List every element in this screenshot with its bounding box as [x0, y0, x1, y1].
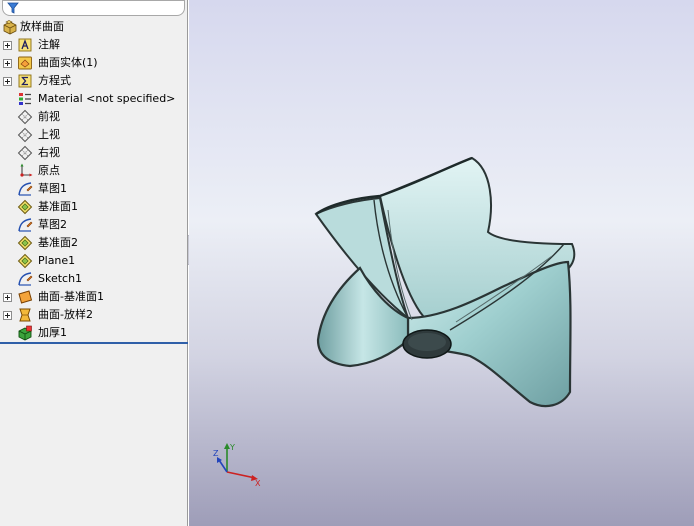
tree-item-label: 草图1	[38, 182, 67, 195]
tree-filter-bar	[0, 0, 186, 17]
tree-item-原点[interactable]: 原点	[0, 162, 188, 180]
tree-item-label: 上视	[38, 128, 60, 141]
tree-item-label: 原点	[38, 164, 60, 177]
tree-item-右视[interactable]: 右视	[0, 144, 188, 162]
tree-filter-input[interactable]	[2, 0, 185, 16]
loft-surface-icon	[19, 308, 31, 322]
tree-item-加厚1[interactable]: 加厚1	[0, 324, 188, 342]
tree-item-草图1[interactable]: 草图1	[0, 180, 188, 198]
origin-icon	[20, 163, 33, 177]
filter-icon[interactable]	[7, 2, 19, 14]
triad-y-label: Y	[229, 443, 235, 452]
graphics-viewport[interactable]: Y X Z	[189, 0, 694, 526]
plane-icon	[17, 145, 33, 161]
planar-surface-icon	[18, 290, 33, 304]
tree-item-注解[interactable]: 注解	[0, 36, 188, 54]
tree-item-上视[interactable]: 上视	[0, 126, 188, 144]
tree-item-sketch1[interactable]: Sketch1	[0, 270, 188, 288]
expand-plus-icon[interactable]	[3, 311, 12, 320]
part-icon	[3, 20, 17, 35]
ref-plane-icon	[17, 199, 33, 215]
feature-tree-list: 放样曲面 注解曲面实体(1) 方程式 Material <not specified…	[0, 18, 188, 342]
tree-item-label: 加厚1	[38, 326, 67, 339]
tree-item-label: 前视	[38, 110, 60, 123]
tree-item-label: Material <not specified>	[38, 92, 176, 105]
plane-icon	[17, 109, 33, 125]
sketch-icon	[18, 182, 33, 196]
tree-item-方程式[interactable]: 方程式	[0, 72, 188, 90]
rollback-bar[interactable]	[0, 342, 188, 344]
tree-item-label: 方程式	[38, 74, 71, 87]
expand-plus-icon[interactable]	[3, 59, 12, 68]
tree-item-曲面-基准面1[interactable]: 曲面-基准面1	[0, 288, 188, 306]
tree-item-label: 注解	[38, 38, 60, 51]
triad-x-axis	[226, 471, 256, 479]
material-icon	[19, 93, 31, 105]
tree-item-material-not-specified[interactable]: Material <not specified>	[0, 90, 188, 108]
surface-bodies-icon	[18, 56, 32, 70]
tree-item-plane1[interactable]: Plane1	[0, 252, 188, 270]
tree-item-label: 草图2	[38, 218, 67, 231]
tree-item-label: 基准面2	[38, 236, 78, 249]
tree-item-label: 右视	[38, 146, 60, 159]
tree-item-label: 基准面1	[38, 200, 78, 213]
tree-item-label: Plane1	[38, 254, 76, 267]
reference-triad: Y X Z	[213, 443, 261, 488]
tree-item-基准面2[interactable]: 基准面2	[0, 234, 188, 252]
plane-icon	[17, 127, 33, 143]
tree-item-草图2[interactable]: 草图2	[0, 216, 188, 234]
tree-item-基准面1[interactable]: 基准面1	[0, 198, 188, 216]
tree-root-part[interactable]: 放样曲面	[0, 18, 188, 36]
annotations-icon	[18, 38, 32, 52]
tree-item-label: Sketch1	[38, 272, 83, 285]
thicken-icon	[18, 325, 32, 341]
triad-x-label: X	[255, 479, 261, 488]
triad-z-axis	[218, 459, 228, 473]
tree-item-label: 曲面实体(1)	[38, 56, 98, 69]
expand-plus-icon[interactable]	[3, 77, 12, 86]
tree-item-label: 曲面-放样2	[38, 308, 93, 321]
tree-root-label: 放样曲面	[20, 20, 64, 33]
loft-thicken-model[interactable]	[189, 0, 694, 526]
sketch-icon	[18, 272, 33, 286]
ref-plane-icon	[17, 235, 33, 251]
tree-item-前视[interactable]: 前视	[0, 108, 188, 126]
sketch-icon	[18, 218, 33, 232]
feature-manager-tree: 放样曲面 注解曲面实体(1) 方程式 Material <not specified…	[0, 0, 188, 526]
equations-icon	[18, 74, 32, 88]
tree-item-label: 曲面-基准面1	[38, 290, 104, 303]
tree-item-曲面-放样2[interactable]: 曲面-放样2	[0, 306, 188, 324]
tree-item-曲面实体-1[interactable]: 曲面实体(1)	[0, 54, 188, 72]
expand-plus-icon[interactable]	[3, 293, 12, 302]
expand-plus-icon[interactable]	[3, 41, 12, 50]
ref-plane-icon	[17, 253, 33, 269]
triad-z-label: Z	[213, 449, 219, 458]
